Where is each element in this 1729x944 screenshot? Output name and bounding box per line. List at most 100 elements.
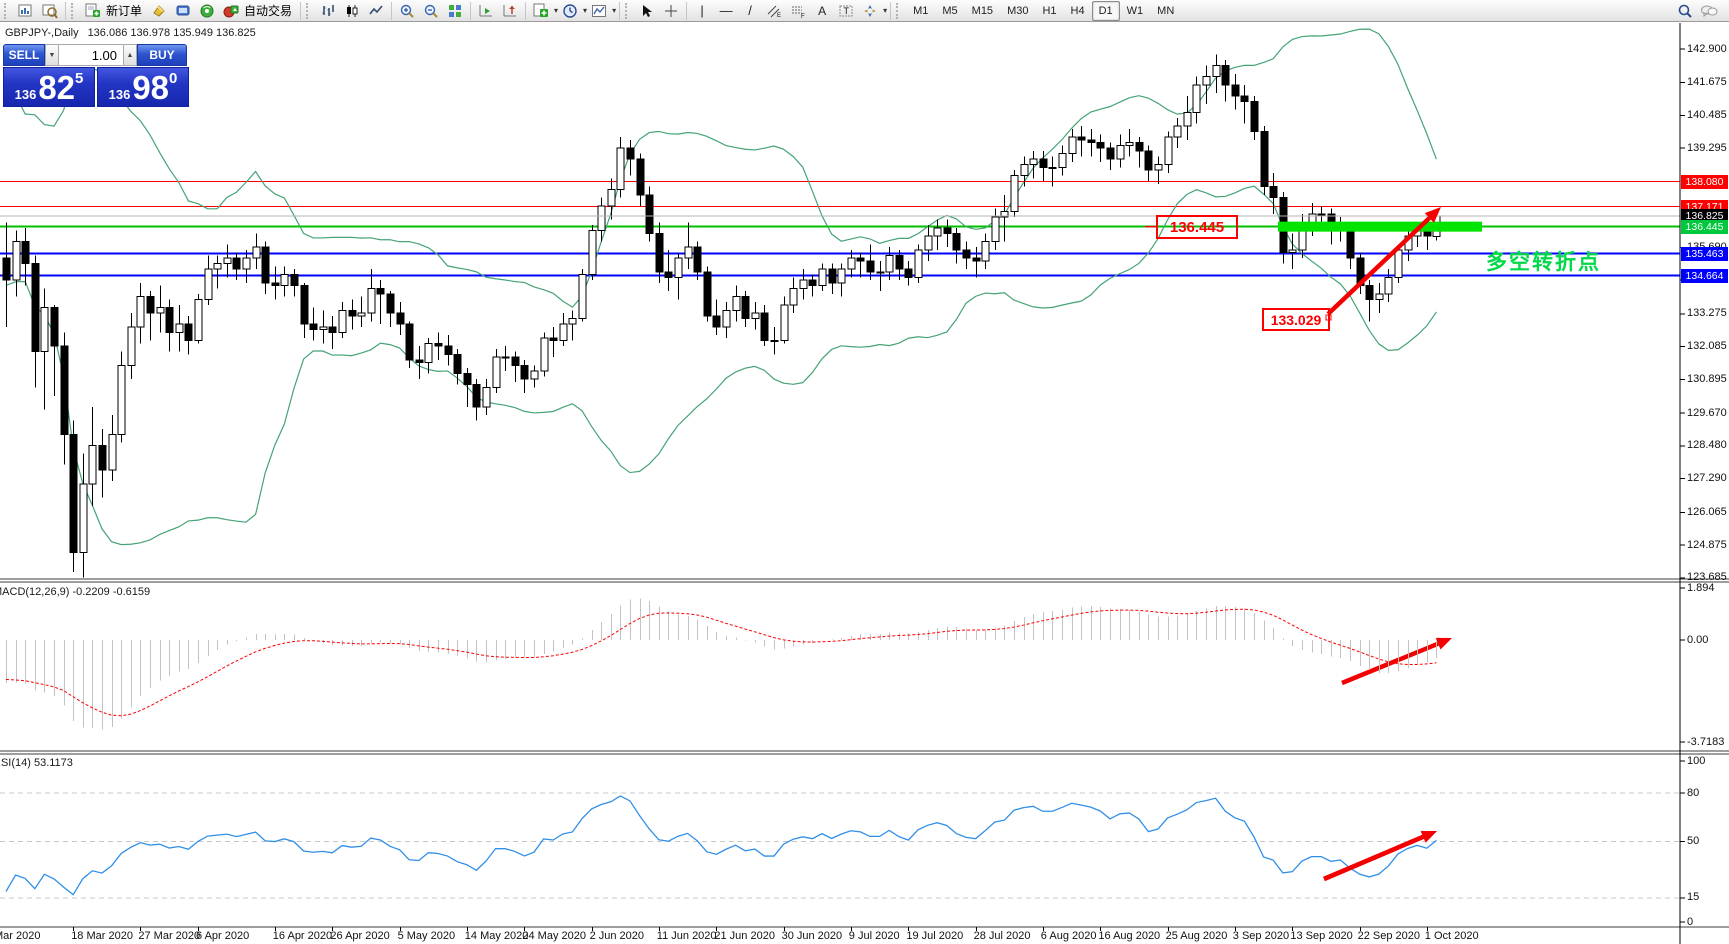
auto-scroll-button[interactable] xyxy=(474,0,498,22)
date-label: 13 Sep 2020 xyxy=(1290,930,1352,942)
vertical-line-tool-button[interactable]: | xyxy=(690,0,714,22)
search-icon[interactable] xyxy=(1673,0,1697,22)
macd-tick-label: 1.894 xyxy=(1687,582,1715,594)
tab-d1[interactable]: D1 xyxy=(1092,1,1120,21)
buy-price-tile[interactable]: 136980 xyxy=(97,67,189,107)
chart-profiles-button[interactable] xyxy=(38,0,62,22)
horizontal-line-tool-button[interactable]: — xyxy=(714,0,738,22)
date-label: 19 Jul 2020 xyxy=(906,930,963,942)
channel-tool-button[interactable]: E xyxy=(762,0,786,22)
line-chart-type-button[interactable] xyxy=(364,0,388,22)
bar-chart-type-button[interactable] xyxy=(316,0,340,22)
fibonacci-tool-button[interactable]: F xyxy=(786,0,810,22)
chat-icon[interactable] xyxy=(1697,0,1721,22)
price-badge: 136.445 xyxy=(1681,220,1728,234)
rsi-indicator-label: RSI(14) 53.1173 xyxy=(0,757,73,769)
chart-canvas xyxy=(0,0,1729,944)
turning-point-annotation: 多空转折点 xyxy=(1486,246,1601,276)
new-order-icon[interactable] xyxy=(81,0,105,22)
volume-increase-button[interactable]: ▲ xyxy=(123,44,137,66)
toolbar-separator xyxy=(470,2,471,20)
macd-tick-label: -3.7183 xyxy=(1687,736,1724,748)
svg-text:F: F xyxy=(801,14,805,19)
rsi-tick-label: 80 xyxy=(1687,787,1699,799)
zoom-in-button[interactable] xyxy=(395,0,419,22)
tab-m5[interactable]: M5 xyxy=(935,1,964,21)
terminal-icon[interactable] xyxy=(171,0,195,22)
volume-decrease-button[interactable]: ▼ xyxy=(45,44,59,66)
tab-m15[interactable]: M15 xyxy=(965,1,1000,21)
toolbar-grip xyxy=(896,3,903,19)
date-label: 2 Jun 2020 xyxy=(590,930,644,942)
toolbar-separator xyxy=(890,2,891,20)
shapes-tool-button[interactable] xyxy=(858,0,882,22)
tab-w1[interactable]: W1 xyxy=(1120,1,1151,21)
templates-button[interactable] xyxy=(587,0,611,22)
date-label: 27 Mar 2020 xyxy=(138,930,200,942)
date-label: 28 Jul 2020 xyxy=(974,930,1031,942)
text-tool-button[interactable]: A xyxy=(810,0,834,22)
chart-title: GBPJPY-,Daily136.086 136.978 135.949 136… xyxy=(5,27,256,39)
modify-order-icon[interactable] xyxy=(147,0,171,22)
toolbar-separator xyxy=(525,2,526,20)
price-badge: 138.080 xyxy=(1681,175,1728,189)
price-tick-label: 132.085 xyxy=(1687,340,1727,352)
autotrade-icon[interactable] xyxy=(219,0,243,22)
tab-h4[interactable]: H4 xyxy=(1064,1,1092,21)
date-label: 18 Mar 2020 xyxy=(71,930,133,942)
label-tool-button[interactable]: T xyxy=(834,0,858,22)
tab-m30[interactable]: M30 xyxy=(1000,1,1035,21)
price-tick-label: 124.875 xyxy=(1687,539,1727,551)
price-tick-label: 129.670 xyxy=(1687,407,1727,419)
date-label: 9 Mar 2020 xyxy=(0,930,40,942)
toolbar-grip xyxy=(625,3,632,19)
tab-mn[interactable]: MN xyxy=(1150,1,1181,21)
volume-input[interactable] xyxy=(59,44,123,66)
trendline-tool-button[interactable]: / xyxy=(738,0,762,22)
tile-windows-button[interactable] xyxy=(443,0,467,22)
new-chart-button[interactable] xyxy=(14,0,38,22)
rsi-tick-label: 100 xyxy=(1687,755,1705,767)
sell-price-tile[interactable]: 136825 xyxy=(3,67,95,107)
chart-shift-button[interactable] xyxy=(498,0,522,22)
date-label: 16 Aug 2020 xyxy=(1098,930,1160,942)
templates-dropdown[interactable]: ▾ xyxy=(612,6,616,15)
autotrade-label[interactable]: 自动交易 xyxy=(244,2,292,19)
date-label: 11 Jun 2020 xyxy=(657,930,717,942)
date-label: 6 Aug 2020 xyxy=(1041,930,1097,942)
one-click-trading-panel: SELL ▼ ▲ BUY 136825 136980 xyxy=(3,44,189,108)
date-label: 6 Apr 2020 xyxy=(196,930,249,942)
buy-price-sup: 0 xyxy=(169,70,177,87)
tab-h1[interactable]: H1 xyxy=(1035,1,1063,21)
price-tick-label: 140.485 xyxy=(1687,109,1727,121)
sell-button[interactable]: SELL xyxy=(3,44,45,66)
shapes-dropdown[interactable]: ▾ xyxy=(883,6,887,15)
periods-button[interactable] xyxy=(558,0,582,22)
indicators-button[interactable] xyxy=(529,0,553,22)
toolbar-separator xyxy=(686,2,687,20)
candlestick-chart-type-button[interactable] xyxy=(340,0,364,22)
cursor-tool-button[interactable] xyxy=(635,0,659,22)
price-badge: 135.463 xyxy=(1681,247,1728,261)
svg-text:T: T xyxy=(844,6,850,16)
price-tick-label: 128.480 xyxy=(1687,439,1727,451)
buy-button[interactable]: BUY xyxy=(137,44,187,66)
crosshair-tool-button[interactable] xyxy=(659,0,683,22)
swing-low-price-annotation: 133.029 xyxy=(1262,308,1330,331)
date-label: 1 Oct 2020 xyxy=(1425,930,1479,942)
toolbar-separator xyxy=(619,2,620,20)
date-label: 26 Apr 2020 xyxy=(330,930,389,942)
date-label: 14 May 2020 xyxy=(465,930,529,942)
tab-m1[interactable]: M1 xyxy=(906,1,935,21)
rsi-tick-label: 0 xyxy=(1687,916,1693,928)
signal-icon[interactable] xyxy=(195,0,219,22)
new-order-label[interactable]: 新订单 xyxy=(106,2,142,19)
date-label: 30 Jun 2020 xyxy=(782,930,843,942)
toolbar-grip xyxy=(71,3,78,19)
zoom-out-button[interactable] xyxy=(419,0,443,22)
price-tick-label: 130.895 xyxy=(1687,373,1727,385)
symbol-period-label: GBPJPY-,Daily xyxy=(5,27,79,39)
price-tick-label: 142.900 xyxy=(1687,43,1727,55)
price-badge: 134.664 xyxy=(1681,269,1728,283)
date-label: 22 Sep 2020 xyxy=(1358,930,1420,942)
